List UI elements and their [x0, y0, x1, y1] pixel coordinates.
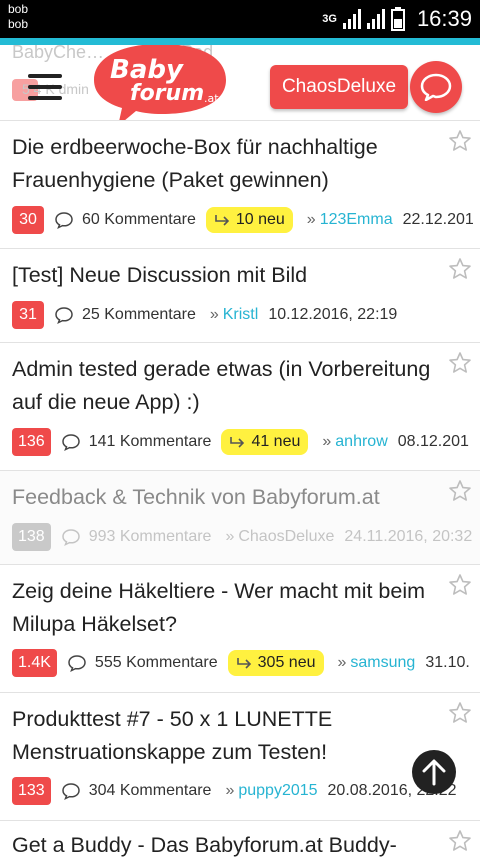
carrier-info: bob bob — [8, 2, 28, 32]
last-user-link[interactable]: puppy2015 — [238, 782, 317, 800]
raquo: » — [225, 782, 235, 799]
signal-icon — [342, 9, 361, 29]
scroll-to-top-button[interactable] — [412, 750, 456, 794]
star-icon[interactable] — [448, 573, 472, 597]
carrier-line-2: bob — [8, 17, 29, 31]
raquo: » — [337, 654, 347, 671]
last-user-link[interactable]: ChaosDeluxe — [238, 528, 334, 546]
new-count: 10 neu — [235, 211, 285, 228]
comment-icon — [68, 655, 86, 672]
last-user-link[interactable]: Kristl — [223, 306, 259, 324]
star-icon[interactable] — [448, 257, 472, 281]
count-badge: 30 — [12, 206, 44, 234]
status-bar: bob bob 3G 16:39 — [0, 0, 480, 38]
star-icon[interactable] — [448, 129, 472, 153]
discussion-title[interactable]: Produkttest #7 - 50 x 1 LUNETTE Menstrua… — [12, 703, 432, 769]
last-user-link[interactable]: 123Emma — [320, 211, 393, 229]
logo-text-tld: .at — [204, 92, 219, 105]
messages-button[interactable] — [410, 61, 462, 113]
comment-count: 60 Kommentare — [82, 211, 196, 228]
app-header: BabyChe… …e und iPad 5 4 K dmin Baby for… — [0, 45, 480, 120]
last-user-link[interactable]: anhrow — [335, 433, 387, 451]
discussion-title[interactable]: [Test] Neue Discussion mit Bild — [12, 259, 432, 292]
raquo: » — [306, 211, 316, 228]
reply-arrow-icon — [230, 437, 245, 448]
carrier-line-1: bob — [8, 2, 29, 16]
chat-bubble-icon — [420, 73, 452, 101]
discussion-item[interactable]: Get a Buddy - Das Babyforum.at Buddy- — [0, 820, 480, 860]
last-post-date: 22.12.201 — [402, 211, 474, 228]
raquo: » — [225, 528, 235, 545]
raquo: » — [322, 433, 332, 450]
status-icons: 3G 16:39 — [322, 5, 472, 33]
comment-count: 993 Kommentare — [88, 528, 212, 545]
star-icon[interactable] — [448, 701, 472, 725]
comment-count: 304 Kommentare — [88, 782, 212, 799]
discussion-title[interactable]: Die erdbeerwoche-Box für nachhaltige Fra… — [12, 131, 432, 197]
new-count: 305 neu — [257, 654, 316, 671]
discussion-item[interactable]: Admin tested gerade etwas (in Vorbereitu… — [0, 342, 480, 470]
discussion-item[interactable]: Produkttest #7 - 50 x 1 LUNETTE Menstrua… — [0, 692, 480, 820]
discussion-meta: 30 60 Kommentare 10 neu » 123Emma 22.12.… — [12, 205, 474, 235]
star-icon[interactable] — [448, 479, 472, 503]
last-post-date: 10.12.2016, 22:19 — [268, 306, 398, 323]
new-count: 41 neu — [251, 433, 301, 450]
accent-strip — [0, 38, 480, 45]
star-icon[interactable] — [448, 829, 472, 853]
count-badge: 133 — [12, 777, 51, 805]
raquo: » — [209, 306, 219, 323]
comment-icon — [55, 307, 73, 324]
last-post-date: 08.12.201 — [397, 433, 469, 450]
star-icon[interactable] — [448, 351, 472, 375]
discussion-meta: 1.4K 555 Kommentare 305 neu » samsung 31… — [12, 648, 470, 678]
signal-icon-sim2 — [366, 9, 385, 29]
comment-icon — [61, 783, 80, 800]
new-comments-badge[interactable]: 305 neu — [227, 650, 324, 676]
discussion-item[interactable]: Zeig deine Häkeltiere - Wer macht mit be… — [0, 564, 480, 692]
discussion-title[interactable]: Zeig deine Häkeltiere - Wer macht mit be… — [12, 575, 432, 641]
comment-count: 25 Kommentare — [82, 306, 196, 323]
discussion-item[interactable]: [Test] Neue Discussion mit Bild 31 25 Ko… — [0, 248, 480, 342]
last-post-date: 31.10. — [425, 654, 470, 671]
battery-icon — [390, 7, 405, 31]
discussion-item-read[interactable]: Feedback & Technik von Babyforum.at 138 … — [0, 470, 480, 564]
user-profile-button[interactable]: ChaosDeluxe — [270, 65, 408, 109]
comment-icon — [61, 434, 80, 451]
last-user-link[interactable]: samsung — [350, 654, 415, 672]
count-badge: 31 — [12, 301, 44, 329]
hamburger-menu-icon[interactable] — [28, 74, 62, 102]
count-badge: 138 — [12, 523, 51, 551]
count-badge: 136 — [12, 428, 51, 456]
discussion-title[interactable]: Feedback & Technik von Babyforum.at — [12, 481, 432, 514]
discussion-title[interactable]: Admin tested gerade etwas (in Vorbereitu… — [12, 353, 432, 419]
discussion-title[interactable]: Get a Buddy - Das Babyforum.at Buddy- — [12, 829, 432, 860]
discussion-meta: 136 141 Kommentare 41 neu » anhrow 08.12… — [12, 427, 469, 457]
discussion-item[interactable]: Die erdbeerwoche-Box für nachhaltige Fra… — [0, 120, 480, 248]
comment-icon — [61, 529, 80, 546]
clock: 16:39 — [416, 6, 472, 31]
comment-count: 141 Kommentare — [88, 433, 212, 450]
discussion-meta: 133 304 Kommentare » puppy2015 20.08.201… — [12, 776, 457, 806]
last-post-date: 24.11.2016, 20:32 — [344, 528, 473, 545]
comment-icon — [55, 212, 73, 229]
reply-arrow-icon — [236, 658, 251, 669]
reply-arrow-icon — [215, 215, 229, 226]
arrow-up-icon — [422, 759, 446, 786]
network-type: 3G — [322, 13, 337, 25]
discussion-meta: 138 993 Kommentare » ChaosDeluxe 24.11.2… — [12, 522, 472, 552]
new-comments-badge[interactable]: 41 neu — [221, 429, 309, 455]
discussion-meta: 31 25 Kommentare » Kristl 10.12.2016, 22… — [12, 300, 397, 330]
babyforum-logo[interactable]: Baby forum .at — [90, 45, 230, 120]
new-comments-badge[interactable]: 10 neu — [205, 207, 293, 233]
discussion-list: Die erdbeerwoche-Box für nachhaltige Fra… — [0, 120, 480, 860]
logo-text-forum: forum — [130, 81, 204, 106]
comment-count: 555 Kommentare — [94, 654, 218, 671]
count-badge: 1.4K — [12, 649, 57, 677]
